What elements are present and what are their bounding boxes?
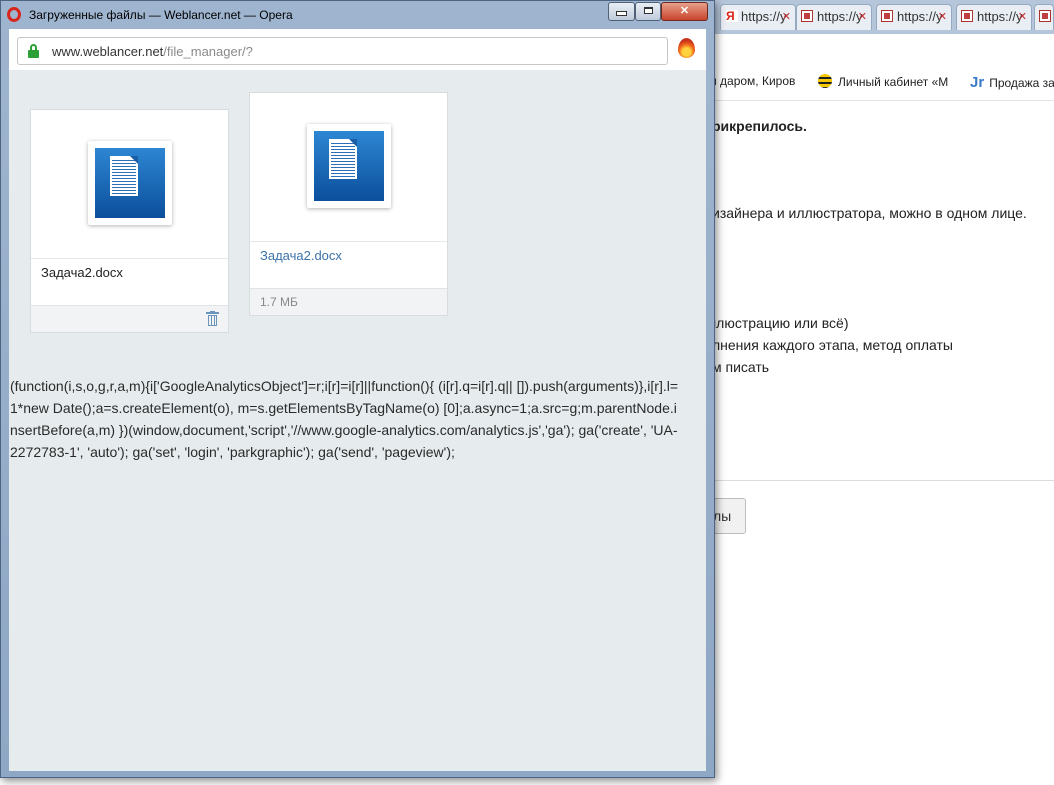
trash-icon[interactable] (206, 311, 219, 326)
file-card[interactable]: Задача2.docx 1.7 МБ (249, 92, 448, 316)
background-tab[interactable]: https://y ✕ (796, 4, 872, 30)
file-thumbnail[interactable] (31, 110, 228, 259)
yandex-icon: Я (726, 10, 738, 22)
bookmark-item[interactable]: Личный кабинет «М (818, 74, 948, 89)
jr-icon: Jr (970, 74, 985, 91)
analytics-script-text: (function(i,s,o,g,r,a,m){i['GoogleAnalyt… (10, 378, 679, 460)
close-tab-icon[interactable]: ✕ (938, 5, 947, 29)
minimize-button[interactable] (608, 2, 635, 21)
beeline-icon (818, 74, 832, 88)
minimize-icon (616, 11, 627, 16)
close-button[interactable]: ✕ (661, 2, 708, 21)
background-tab[interactable] (1034, 4, 1054, 30)
background-text: ллюстрацию или всё) (708, 315, 849, 331)
tab-label: https://y (897, 9, 943, 24)
page-icon (1039, 10, 1051, 22)
file-manager-content: Задача2.docx Задача2.docx 1.7 МБ (functi… (9, 70, 706, 771)
url-host: www.weblancer.net (52, 44, 164, 59)
close-icon: ✕ (679, 5, 690, 17)
page-icon (881, 10, 893, 22)
background-text: изайнера и иллюстратора, можно в одном л… (712, 205, 1027, 221)
file-card-footer: 1.7 МБ (250, 288, 447, 315)
background-text: м писать (712, 359, 770, 375)
close-tab-icon[interactable]: ✕ (858, 5, 867, 29)
address-bar-area: www.weblancer.net/file_manager/? (9, 29, 706, 70)
docx-file-icon (88, 141, 172, 225)
bookmark-label: и даром, Киров (710, 74, 796, 88)
background-tab[interactable]: https://y ✕ (956, 4, 1032, 30)
docx-file-icon (307, 124, 391, 208)
close-tab-icon[interactable]: ✕ (1018, 5, 1027, 29)
background-text: рикрепилось. (712, 118, 807, 134)
maximize-icon (643, 7, 653, 14)
file-card-footer (31, 305, 228, 332)
file-card[interactable]: Задача2.docx (30, 109, 229, 333)
file-manager-popup-window: Загруженные файлы — Weblancer.net — Oper… (0, 0, 715, 778)
file-name-link[interactable]: Задача2.docx (260, 248, 342, 263)
bookmark-label: Продажа за (989, 76, 1054, 90)
url-text: www.weblancer.net/file_manager/? (52, 44, 253, 59)
address-field[interactable]: www.weblancer.net/file_manager/? (17, 37, 668, 65)
bookmark-label: Личный кабинет «М (838, 75, 949, 89)
tab-label: https://y (817, 9, 863, 24)
bookmark-item[interactable]: и даром, Киров (710, 74, 795, 88)
file-thumbnail[interactable] (250, 93, 447, 242)
opera-icon (7, 7, 21, 22)
page-icon (961, 10, 973, 22)
flame-extension-icon[interactable] (678, 38, 695, 58)
bookmark-item[interactable]: Jr Продажа за (970, 74, 1054, 91)
background-tab[interactable]: https://y ✕ (876, 4, 952, 30)
close-tab-icon[interactable]: ✕ (782, 5, 791, 29)
tab-label: https://y (741, 9, 787, 24)
tab-label: https://y (977, 9, 1023, 24)
background-text: лнения каждого этапа, метод оплаты (712, 337, 953, 353)
window-title: Загруженные файлы — Weblancer.net — Oper… (29, 8, 293, 22)
url-path: /file_manager/? (163, 44, 253, 59)
lock-icon (28, 44, 39, 58)
file-size: 1.7 МБ (260, 295, 298, 309)
page-icon (801, 10, 813, 22)
file-name[interactable]: Задача2.docx (41, 265, 123, 280)
maximize-button[interactable] (635, 2, 661, 21)
background-tab[interactable]: Я https://y ✕ (720, 4, 796, 30)
title-bar[interactable]: Загруженные файлы — Weblancer.net — Oper… (1, 1, 714, 29)
